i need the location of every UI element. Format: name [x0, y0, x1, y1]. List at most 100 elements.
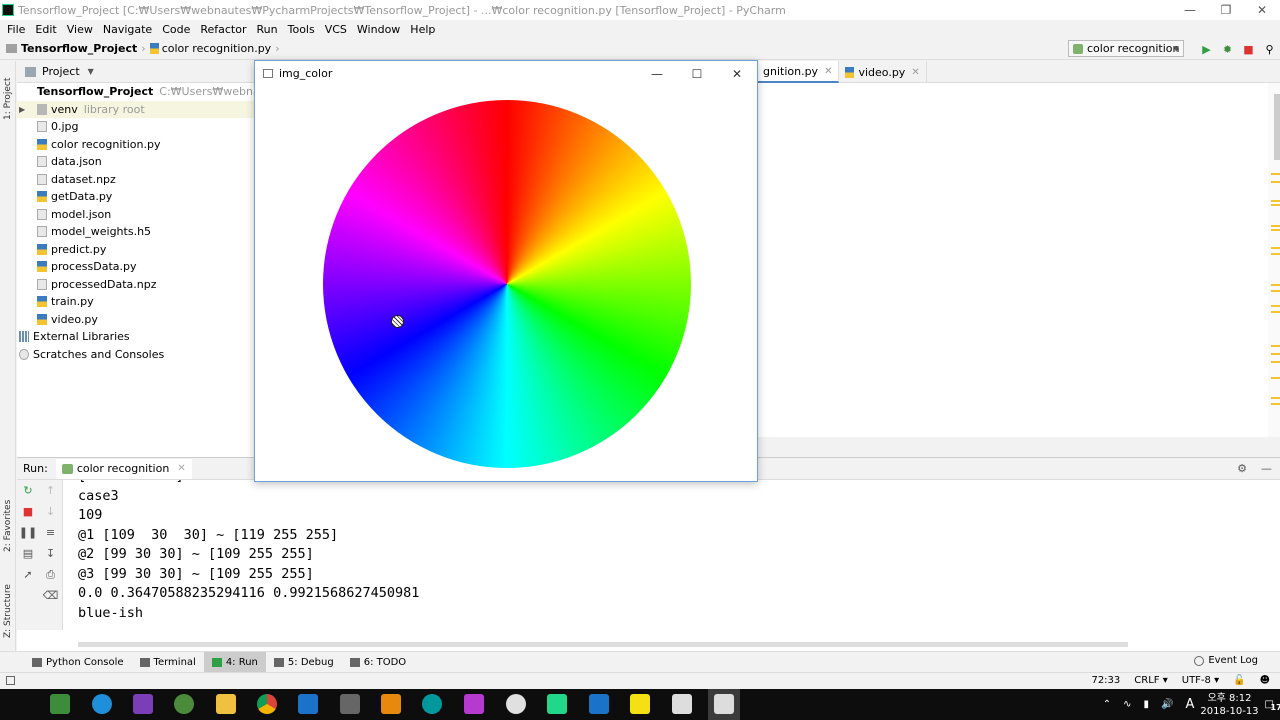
app-icon[interactable] — [464, 694, 484, 714]
tree-item[interactable]: processData.py — [17, 258, 255, 276]
menu-tools[interactable]: Tools — [283, 23, 320, 36]
tree-item[interactable]: model_weights.h5 — [17, 223, 255, 241]
tree-item[interactable]: train.py — [17, 293, 255, 311]
file-explorer-icon[interactable] — [216, 694, 236, 714]
run-config-select[interactable]: color recognition ▾ — [1068, 40, 1184, 57]
chevron-down-icon[interactable]: ▼ — [88, 67, 94, 76]
stop-icon[interactable]: ■ — [17, 501, 39, 522]
tree-item[interactable]: predict.py — [17, 241, 255, 259]
maximize-button[interactable]: ❐ — [1208, 0, 1244, 20]
up-arrow-icon[interactable]: ↑ — [39, 480, 62, 501]
menu-window[interactable]: Window — [352, 23, 405, 36]
close-button[interactable]: ✕ — [1244, 0, 1280, 20]
edge-icon[interactable] — [92, 694, 112, 714]
tree-item[interactable]: color recognition.py — [17, 136, 255, 154]
tree-item[interactable]: data.json — [17, 153, 255, 171]
layout-icon[interactable]: ▤ — [17, 543, 39, 564]
search-everywhere-button[interactable]: ⚲ — [1259, 40, 1280, 58]
menu-view[interactable]: View — [62, 23, 98, 36]
menu-run[interactable]: Run — [252, 23, 283, 36]
img-window-titlebar[interactable]: img_color — ☐ ✕ — [255, 61, 757, 86]
kakaotalk-icon[interactable] — [630, 694, 650, 714]
print-icon[interactable]: ⎙ — [39, 564, 62, 585]
vs-code-icon[interactable] — [589, 694, 609, 714]
debug-button[interactable]: ✹ — [1217, 40, 1238, 58]
tree-item-external-libraries[interactable]: External Libraries — [17, 328, 255, 346]
tree-item[interactable]: 0.jpg — [17, 118, 255, 136]
down-arrow-icon[interactable]: ↓ — [39, 501, 62, 522]
event-log-button[interactable]: Event Log — [1194, 655, 1258, 666]
caret-position[interactable]: 72:33 — [1091, 675, 1120, 686]
pause-icon[interactable]: ❚❚ — [17, 522, 39, 543]
tab-todo[interactable]: 6: TODO — [342, 652, 414, 672]
menu-code[interactable]: Code — [157, 23, 195, 36]
app-icon[interactable] — [506, 694, 526, 714]
close-icon[interactable]: ✕ — [177, 463, 185, 474]
editor-scrollbar[interactable] — [1274, 94, 1280, 160]
tab-terminal[interactable]: Terminal — [132, 652, 204, 672]
breadcrumb-project[interactable]: Tensorflow_Project — [21, 42, 137, 55]
minimize-button[interactable]: — — [1172, 0, 1208, 20]
tab-debug[interactable]: 5: Debug — [266, 652, 342, 672]
tree-root[interactable]: Tensorflow_Project C:₩Users₩webnautes₩Py… — [17, 83, 321, 101]
tree-item[interactable]: getData.py — [17, 188, 255, 206]
tab-run[interactable]: 4: Run — [203, 652, 266, 672]
visual-studio-icon[interactable] — [133, 694, 153, 714]
vs-code-icon[interactable] — [298, 694, 318, 714]
snipping-tool-icon[interactable] — [340, 694, 360, 714]
tab-color-recognition[interactable]: gnition.py ✕ — [757, 61, 840, 83]
chevron-right-icon[interactable]: ▶ — [19, 105, 29, 114]
hide-panel-icon[interactable]: — — [1261, 462, 1272, 475]
menu-navigate[interactable]: Navigate — [98, 23, 157, 36]
console-scrollbar[interactable] — [78, 642, 1128, 647]
pin-icon[interactable]: ➚ — [17, 564, 39, 585]
project-panel-title[interactable]: Project — [42, 65, 80, 78]
clock[interactable]: 오후 8:12 2018-10-13 — [1200, 692, 1258, 718]
stop-button[interactable]: ■ — [1238, 40, 1259, 58]
menu-help[interactable]: Help — [405, 23, 440, 36]
project-tool-tab[interactable]: 1: Project — [0, 69, 16, 129]
close-button[interactable]: ✕ — [717, 61, 757, 86]
menu-edit[interactable]: Edit — [30, 23, 61, 36]
notification-icon[interactable]: □ 17 — [1265, 699, 1280, 712]
chrome-icon[interactable] — [257, 694, 277, 714]
chevron-up-icon[interactable]: ⌃ — [1103, 699, 1111, 710]
opencv-window-icon[interactable] — [714, 694, 734, 714]
sublime-icon[interactable] — [381, 694, 401, 714]
console-output[interactable]: [... ... ...] case3 109 @1 [109 30 30] ~… — [78, 480, 1268, 630]
favorites-tool-tab[interactable]: 2: Favorites — [0, 491, 16, 561]
file-encoding[interactable]: UTF-8 ▾ — [1182, 675, 1219, 686]
maximize-button[interactable]: ☐ — [677, 61, 717, 86]
close-icon[interactable]: ✕ — [824, 66, 832, 77]
editor-area[interactable] — [757, 61, 1280, 437]
tree-item[interactable]: dataset.npz — [17, 171, 255, 189]
line-separator[interactable]: CRLF ▾ — [1134, 675, 1167, 686]
toggle-tool-windows-icon[interactable] — [6, 676, 15, 685]
hue-color-wheel[interactable] — [323, 100, 691, 468]
tab-video[interactable]: video.py ✕ — [839, 61, 927, 83]
arduino-icon[interactable] — [422, 694, 442, 714]
run-button[interactable]: ▶ — [1196, 40, 1217, 58]
minimize-button[interactable]: — — [637, 61, 677, 86]
lock-icon[interactable]: 🔓 — [1233, 675, 1245, 686]
soft-wrap-icon[interactable]: ≡ — [39, 522, 62, 543]
scroll-to-end-icon[interactable]: ↧ — [39, 543, 62, 564]
tree-item-scratches[interactable]: Scratches and Consoles — [17, 346, 255, 364]
android-icon[interactable] — [174, 694, 194, 714]
tree-item[interactable]: processedData.npz — [17, 276, 255, 294]
tab-python-console[interactable]: Python Console — [24, 652, 132, 672]
run-tab[interactable]: color recognition ✕ — [55, 458, 192, 479]
breadcrumb-file[interactable]: color recognition.py — [162, 42, 271, 55]
trash-icon[interactable]: ⌫ — [39, 585, 62, 606]
app-icon[interactable] — [672, 694, 692, 714]
img-color-window[interactable]: img_color — ☐ ✕ — [254, 60, 758, 482]
battery-icon[interactable]: ▮ — [1144, 699, 1150, 710]
network-icon[interactable]: ∿ — [1123, 699, 1131, 710]
close-icon[interactable]: ✕ — [911, 67, 919, 78]
volume-icon[interactable]: 🔊 — [1161, 699, 1173, 710]
excel-icon[interactable] — [50, 694, 70, 714]
gear-icon[interactable]: ⚙ — [1237, 462, 1247, 475]
menu-file[interactable]: File — [2, 23, 30, 36]
inspector-icon[interactable]: ☻ — [1260, 675, 1270, 686]
rerun-icon[interactable]: ↻ — [17, 480, 39, 501]
